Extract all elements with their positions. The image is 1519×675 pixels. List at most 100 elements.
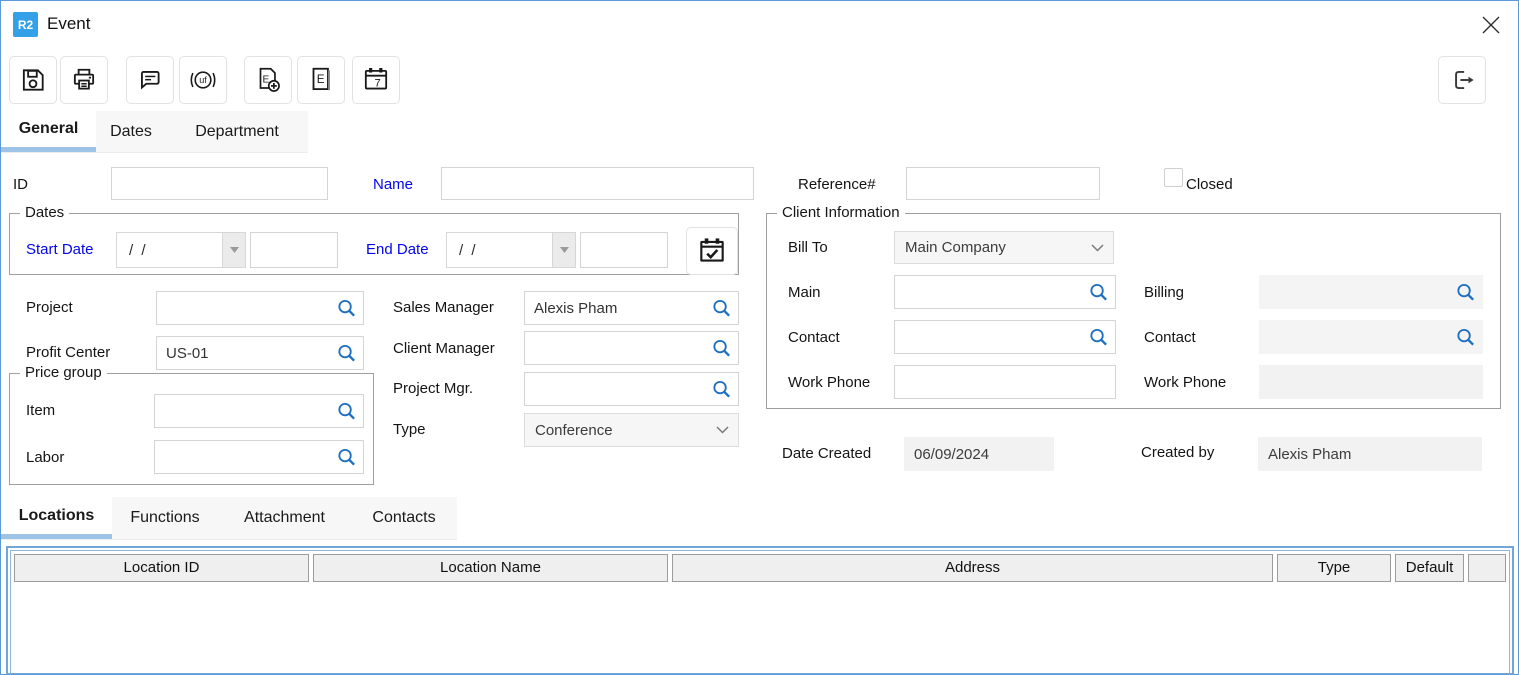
search-icon[interactable] <box>336 298 357 319</box>
column-header-location-name[interactable]: Location Name <box>313 554 668 582</box>
type-select[interactable]: Conference <box>524 413 739 447</box>
billing-contact-input[interactable] <box>1260 329 1453 346</box>
search-icon[interactable] <box>1088 327 1109 348</box>
labor-price-lookup[interactable] <box>154 440 364 474</box>
main-client-lookup[interactable] <box>894 275 1116 309</box>
bill-to-label: Bill To <box>788 239 828 256</box>
start-date-dropdown[interactable] <box>222 233 245 267</box>
search-icon[interactable] <box>1455 327 1476 348</box>
reference-input[interactable] <box>906 167 1100 200</box>
end-date-dropdown[interactable] <box>552 233 575 267</box>
work-phone-label: Work Phone <box>788 374 870 391</box>
main-label: Main <box>788 284 821 301</box>
event-icon: E <box>306 65 336 95</box>
column-header-filler <box>1468 554 1506 582</box>
close-icon <box>1480 14 1502 36</box>
contact-label: Contact <box>788 329 840 346</box>
tab-contacts-label: Contacts <box>372 509 435 527</box>
client-manager-lookup[interactable] <box>524 331 739 365</box>
billing-contact-label: Contact <box>1144 329 1196 346</box>
project-mgr-input[interactable] <box>525 381 709 398</box>
locations-grid[interactable]: Location ID Location Name Address Type D… <box>6 546 1514 675</box>
search-icon[interactable] <box>1455 282 1476 303</box>
billing-client-input[interactable] <box>1260 284 1453 301</box>
end-date-input[interactable]: / / <box>446 232 576 268</box>
comment-button[interactable] <box>126 56 174 104</box>
sales-manager-input[interactable] <box>525 300 709 317</box>
column-header-address[interactable]: Address <box>672 554 1273 582</box>
calendar-button[interactable]: 7 <box>352 56 400 104</box>
client-manager-input[interactable] <box>525 340 709 357</box>
client-info-legend: Client Information <box>777 204 905 221</box>
event-add-button[interactable]: E <box>244 56 292 104</box>
search-icon[interactable] <box>711 338 732 359</box>
billing-work-phone-label: Work Phone <box>1144 374 1226 391</box>
sales-manager-lookup[interactable] <box>524 291 739 325</box>
billing-contact-lookup[interactable] <box>1259 320 1483 354</box>
tab-functions-label: Functions <box>130 509 199 527</box>
profit-center-input[interactable] <box>157 345 334 362</box>
item-label: Item <box>26 402 55 419</box>
uf-view-button[interactable]: uf <box>179 56 227 104</box>
bill-to-select[interactable]: Main Company <box>894 231 1114 264</box>
id-input[interactable] <box>111 167 328 200</box>
labor-label: Labor <box>26 449 64 466</box>
svg-text:7: 7 <box>374 77 380 89</box>
save-button[interactable] <box>9 56 57 104</box>
main-client-input[interactable] <box>895 284 1086 301</box>
close-button[interactable] <box>1478 12 1504 38</box>
column-header-location-id[interactable]: Location ID <box>14 554 309 582</box>
search-icon[interactable] <box>711 298 732 319</box>
end-time-input[interactable] <box>580 232 668 268</box>
project-lookup[interactable] <box>156 291 364 325</box>
tab-contacts[interactable]: Contacts <box>351 497 457 539</box>
title-bar: R2 Event <box>1 1 1518 49</box>
name-input[interactable] <box>441 167 754 200</box>
type-value: Conference <box>535 422 613 439</box>
tab-attachment[interactable]: Attachment <box>218 497 351 539</box>
search-icon[interactable] <box>336 343 357 364</box>
tab-dates[interactable]: Dates <box>96 111 166 152</box>
svg-text:E: E <box>317 73 325 86</box>
tab-department-label: Department <box>195 123 279 141</box>
profit-center-lookup[interactable] <box>156 336 364 370</box>
billing-label: Billing <box>1144 284 1184 301</box>
print-button[interactable] <box>60 56 108 104</box>
project-input[interactable] <box>157 300 334 317</box>
labor-price-input[interactable] <box>155 449 334 466</box>
event-button[interactable]: E <box>297 56 345 104</box>
closed-checkbox[interactable] <box>1164 168 1183 187</box>
project-mgr-lookup[interactable] <box>524 372 739 406</box>
item-price-lookup[interactable] <box>154 394 364 428</box>
billing-work-phone-field <box>1259 365 1483 399</box>
billing-client-lookup[interactable] <box>1259 275 1483 309</box>
save-icon <box>19 66 47 94</box>
date-wizard-button[interactable] <box>686 227 738 275</box>
closed-label: Closed <box>1186 176 1233 193</box>
tab-functions[interactable]: Functions <box>112 497 218 539</box>
column-header-default[interactable]: Default <box>1395 554 1464 582</box>
contact-input[interactable] <box>895 329 1086 346</box>
comment-icon <box>136 66 164 94</box>
window-title: Event <box>47 14 90 34</box>
start-time-input[interactable] <box>250 232 338 268</box>
tab-locations[interactable]: Locations <box>1 497 112 539</box>
item-price-input[interactable] <box>155 403 334 420</box>
contact-lookup[interactable] <box>894 320 1116 354</box>
search-icon[interactable] <box>336 401 357 422</box>
start-date-label: Start Date <box>26 241 94 258</box>
tab-general[interactable]: General <box>1 111 96 152</box>
exit-button[interactable] <box>1438 56 1486 104</box>
start-date-input[interactable]: / / <box>116 232 246 268</box>
date-created-label: Date Created <box>782 445 871 462</box>
search-icon[interactable] <box>1088 282 1109 303</box>
work-phone-input[interactable] <box>894 365 1116 399</box>
profit-center-label: Profit Center <box>26 344 110 361</box>
client-manager-label: Client Manager <box>393 340 495 357</box>
search-icon[interactable] <box>336 447 357 468</box>
search-icon[interactable] <box>711 379 732 400</box>
column-header-type[interactable]: Type <box>1277 554 1391 582</box>
calendar-icon: 7 <box>361 65 391 95</box>
id-label: ID <box>13 176 28 193</box>
tab-department[interactable]: Department <box>166 111 308 152</box>
